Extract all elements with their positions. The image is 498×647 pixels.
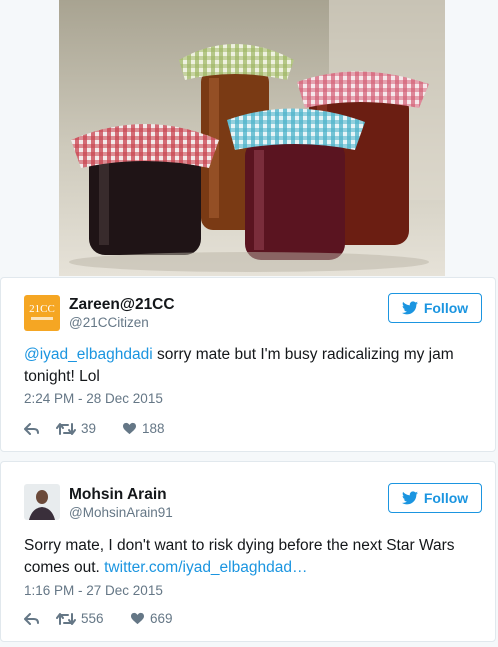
tweet-timestamp[interactable]: 2:24 PM - 28 Dec 2015 bbox=[24, 391, 163, 406]
like-count: 669 bbox=[150, 611, 173, 626]
user-handle[interactable]: @21CCitizen bbox=[69, 315, 149, 330]
retweet-icon bbox=[56, 422, 76, 436]
tweet-card: 21CC Zareen@21CC @21CCitizen Follow @iya… bbox=[0, 277, 496, 452]
avatar-logo-text: 21CC bbox=[29, 303, 55, 315]
tweet-text: Sorry mate, I don't want to risk dying b… bbox=[24, 535, 464, 579]
retweet-count: 556 bbox=[81, 611, 104, 626]
user-handle[interactable]: @MohsinArain91 bbox=[69, 505, 173, 520]
retweet-count: 39 bbox=[81, 421, 97, 436]
twitter-bird-icon bbox=[401, 491, 418, 505]
heart-icon bbox=[130, 612, 145, 625]
like-button[interactable]: 188 bbox=[122, 421, 165, 436]
like-count: 188 bbox=[142, 421, 165, 436]
avatar[interactable]: 21CC bbox=[24, 295, 60, 331]
reply-icon bbox=[24, 422, 40, 436]
avatar[interactable] bbox=[24, 484, 60, 520]
tweet-actions: 39 188 bbox=[24, 421, 165, 436]
like-button[interactable]: 669 bbox=[130, 611, 173, 626]
tweet-card: Mohsin Arain @MohsinArain91 Follow Sorry… bbox=[0, 461, 496, 642]
tweet-text: @iyad_elbaghdadi sorry mate but I'm busy… bbox=[24, 344, 464, 388]
retweet-icon bbox=[56, 612, 76, 626]
mention-link[interactable]: @iyad_elbaghdadi bbox=[24, 346, 153, 363]
retweet-button[interactable]: 556 bbox=[56, 611, 130, 626]
reply-button[interactable] bbox=[24, 612, 56, 626]
tweet-link[interactable]: twitter.com/iyad_elbaghdad… bbox=[104, 559, 307, 576]
user-name[interactable]: Zareen@21CC bbox=[69, 296, 175, 314]
reply-button[interactable] bbox=[24, 422, 56, 436]
tweet-timestamp[interactable]: 1:16 PM - 27 Dec 2015 bbox=[24, 583, 163, 598]
follow-button[interactable]: Follow bbox=[388, 483, 482, 513]
user-name[interactable]: Mohsin Arain bbox=[69, 486, 167, 504]
follow-label: Follow bbox=[423, 300, 469, 316]
follow-label: Follow bbox=[423, 490, 469, 506]
twitter-bird-icon bbox=[401, 301, 418, 315]
jam-jars-photo[interactable] bbox=[59, 0, 445, 276]
tweet-photo-area bbox=[0, 0, 498, 276]
retweet-button[interactable]: 39 bbox=[56, 421, 122, 436]
follow-button[interactable]: Follow bbox=[388, 293, 482, 323]
reply-icon bbox=[24, 612, 40, 626]
heart-icon bbox=[122, 422, 137, 435]
tweet-actions: 556 669 bbox=[24, 611, 173, 626]
